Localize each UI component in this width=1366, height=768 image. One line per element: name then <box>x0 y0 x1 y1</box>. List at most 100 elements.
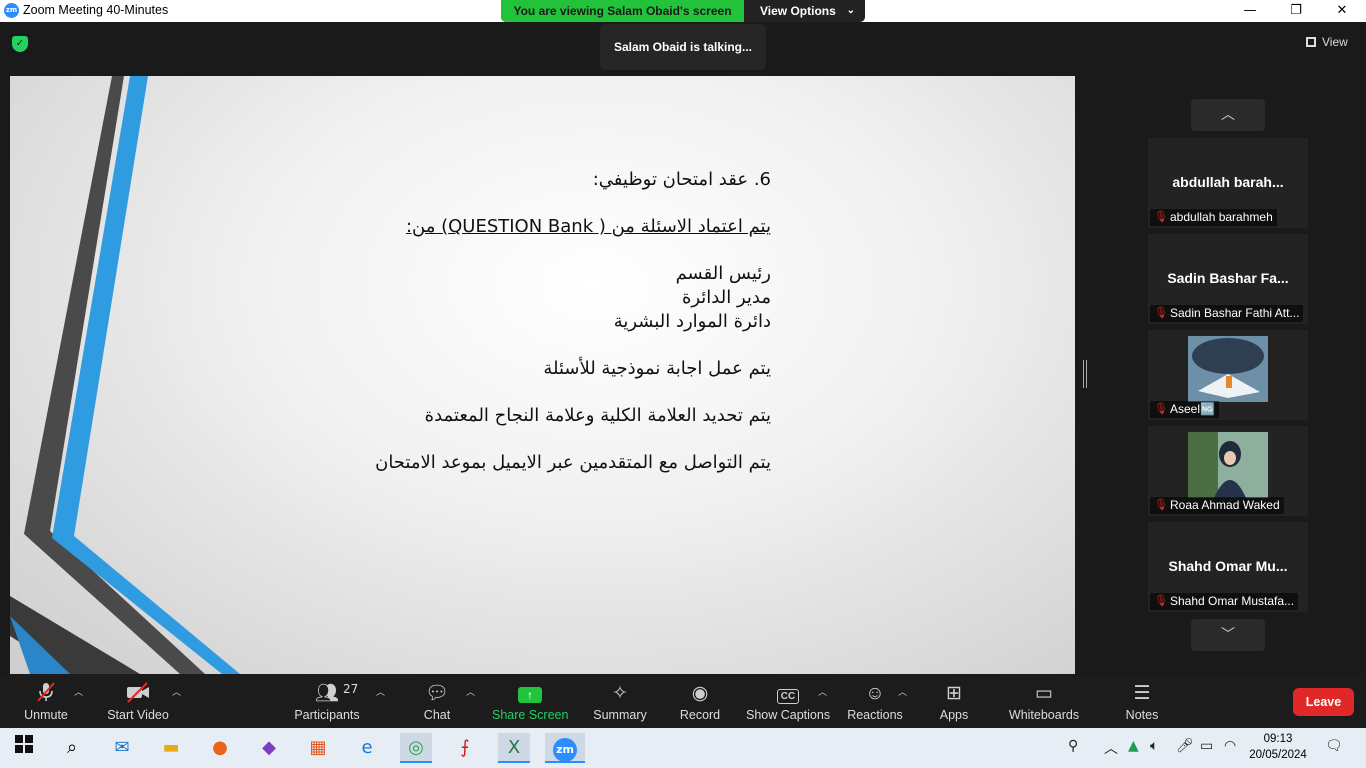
muted-mic-icon: 🎙︎ <box>1154 307 1168 319</box>
apps-label: Apps <box>939 708 969 722</box>
notes-label: Notes <box>1125 708 1159 722</box>
record-button[interactable]: ◉ Record <box>672 675 728 728</box>
visual-studio-icon[interactable]: ◆ <box>253 733 285 763</box>
participant-label: 🎙︎ abdullah barahmeh <box>1150 209 1277 226</box>
notes-button[interactable]: ☰ Notes <box>1120 675 1164 728</box>
panel-resize-handle[interactable] <box>1083 360 1087 388</box>
chevron-down-icon: ﹀ <box>1221 627 1235 643</box>
participant-display-name: Sadin Bashar Fa... <box>1167 270 1289 286</box>
people-icon[interactable]: ⚲ <box>1068 738 1078 754</box>
muted-mic-icon <box>14 681 78 707</box>
participant-label: 🎙︎ Sadin Bashar Fathi Att... <box>1150 305 1304 322</box>
taskbar-clock[interactable]: 09:13 20/05/2024 <box>1246 731 1310 763</box>
window-title: Zoom Meeting 40-Minutes <box>23 3 169 17</box>
muted-mic-icon: 🎙︎ <box>1154 211 1168 223</box>
participants-label: Participants <box>294 708 360 722</box>
record-label: Record <box>679 708 721 722</box>
view-button-label: View <box>1322 35 1348 49</box>
participant-tile[interactable]: Sadin Bashar Fa... 🎙︎ Sadin Bashar Fathi… <box>1148 234 1308 324</box>
show-captions-label: Show Captions <box>746 708 831 722</box>
chat-label: Chat <box>423 708 451 722</box>
security-shield-icon[interactable]: ✓ <box>12 36 28 52</box>
reactions-label: Reactions <box>847 708 903 722</box>
gallery-down-button[interactable]: ﹀ <box>1191 619 1265 651</box>
view-options-button[interactable]: View Options ⌄ <box>744 0 865 22</box>
battery-icon[interactable]: ▭ <box>1200 738 1213 754</box>
whiteboard-icon: ▭ <box>1035 683 1053 704</box>
minimize-button[interactable]: — <box>1227 0 1273 22</box>
screen-share-banner: You are viewing Salam Obaid's screen Vie… <box>501 0 865 22</box>
summary-button[interactable]: ✧ Summary <box>590 675 650 728</box>
google-drive-icon[interactable]: ▲ <box>1128 738 1139 754</box>
summary-label: Summary <box>593 708 647 722</box>
share-screen-button[interactable]: ↑ Share Screen <box>492 675 568 728</box>
notification-icon[interactable]: 🗨︎ <box>1325 738 1343 754</box>
slide-text: 6. عقد امتحان توظيفي: يتم اعتماد الاسئلة… <box>151 168 771 475</box>
reactions-button[interactable]: ☺ Reactions <box>844 675 906 728</box>
audio-options-caret-icon[interactable]: ︿ <box>74 685 83 698</box>
search-icon[interactable]: ⌕ <box>56 733 88 763</box>
participants-caret-icon[interactable]: ︿ <box>376 685 385 698</box>
mail-icon[interactable]: ✉ <box>106 733 138 763</box>
acrobat-icon[interactable]: ⨍ <box>449 733 481 763</box>
slide-list-item: رئيس القسم <box>675 263 771 284</box>
slide-list-item: دائرة الموارد البشرية <box>613 311 771 332</box>
participant-name: Aseel🆖 <box>1170 402 1215 416</box>
zoom-app-icon: zm <box>4 3 19 18</box>
participant-name: Sadin Bashar Fathi Att... <box>1170 306 1300 320</box>
edge-icon[interactable]: e <box>351 733 383 763</box>
slide-subheading: يتم اعتماد الاسئلة من ( QUESTION Bank) م… <box>405 216 771 237</box>
wifi-icon[interactable]: ◠ <box>1224 738 1236 754</box>
chrome-icon[interactable]: ◎ <box>400 733 432 763</box>
share-screen-label: Share Screen <box>492 708 569 722</box>
participant-count: 27 <box>343 682 359 696</box>
store-icon[interactable]: ▦ <box>302 733 334 763</box>
participant-display-name: Shahd Omar Mu... <box>1168 558 1288 574</box>
reactions-caret-icon[interactable]: ︿ <box>898 685 907 698</box>
microphone-icon[interactable]: 🎤︎ <box>1176 738 1194 754</box>
participant-tile[interactable]: 🎙︎ Aseel🆖 <box>1148 330 1308 420</box>
participant-avatar <box>1188 432 1268 498</box>
clock-time: 09:13 <box>1263 733 1293 745</box>
show-captions-button[interactable]: CC Show Captions <box>746 675 830 728</box>
chat-bubble-icon: 💬︎ <box>424 683 450 704</box>
view-button[interactable]: View <box>1306 35 1348 49</box>
excel-icon[interactable]: X <box>498 733 530 763</box>
participant-tile[interactable]: Shahd Omar Mu... 🎙︎ Shahd Omar Mustafa..… <box>1148 522 1308 612</box>
os-taskbar: ⌕ ✉ ▬ ● ◆ ▦ e ◎ ⨍ X zm ⚲ ︿ ▲ 🔈︎ 🎤︎ ▭ ◠ 0… <box>0 728 1366 768</box>
restore-button[interactable]: ❐ <box>1273 0 1319 22</box>
chevron-up-icon[interactable]: ︿ <box>1104 738 1118 758</box>
muted-mic-icon: 🎙︎ <box>1154 499 1168 511</box>
shared-slide: 6. عقد امتحان توظيفي: يتم اعتماد الاسئلة… <box>10 76 1075 674</box>
slide-line: يتم عمل اجابة نموذجية للأسئلة <box>543 358 771 379</box>
start-video-button[interactable]: Start Video <box>104 675 172 728</box>
talking-indicator: Salam Obaid is talking... <box>600 24 766 70</box>
zoom-taskbar-label: zm <box>553 738 577 762</box>
chat-button[interactable]: 💬︎ Chat <box>412 675 462 728</box>
viewing-status: You are viewing Salam Obaid's screen <box>501 0 744 22</box>
close-button[interactable]: ✕ <box>1319 0 1365 22</box>
file-explorer-icon[interactable]: ▬ <box>155 733 187 763</box>
windows-start-icon[interactable] <box>8 733 40 763</box>
whiteboards-button[interactable]: ▭ Whiteboards <box>1006 675 1082 728</box>
slide-heading: 6. عقد امتحان توظيفي: <box>592 169 771 190</box>
speaker-icon[interactable]: 🔈︎ <box>1150 738 1158 754</box>
zoom-taskbar-icon[interactable]: zm <box>545 733 585 763</box>
participant-tile[interactable]: 🎙︎ Roaa Ahmad Waked <box>1148 426 1308 516</box>
slide-list-item: مدير الدائرة <box>681 287 771 308</box>
apps-button[interactable]: ⊞ Apps <box>930 675 978 728</box>
firefox-icon[interactable]: ● <box>204 733 236 763</box>
chat-caret-icon[interactable]: ︿ <box>466 685 475 698</box>
notes-icon: ☰ <box>1133 683 1151 704</box>
summary-sparkle-icon: ✧ <box>612 683 628 704</box>
participant-tile[interactable]: abdullah barah... 🎙︎ abdullah barahmeh <box>1148 138 1308 228</box>
gallery-up-button[interactable]: ︿ <box>1191 99 1265 131</box>
start-video-label: Start Video <box>107 708 169 722</box>
apps-icon: ⊞ <box>946 683 962 704</box>
unmute-button[interactable]: Unmute <box>14 675 78 728</box>
view-options-label: View Options <box>760 4 836 18</box>
leave-button[interactable]: Leave <box>1293 688 1354 716</box>
video-options-caret-icon[interactable]: ︿ <box>172 685 181 698</box>
captions-caret-icon[interactable]: ︿ <box>818 685 827 698</box>
muted-mic-icon: 🎙︎ <box>1154 403 1168 415</box>
